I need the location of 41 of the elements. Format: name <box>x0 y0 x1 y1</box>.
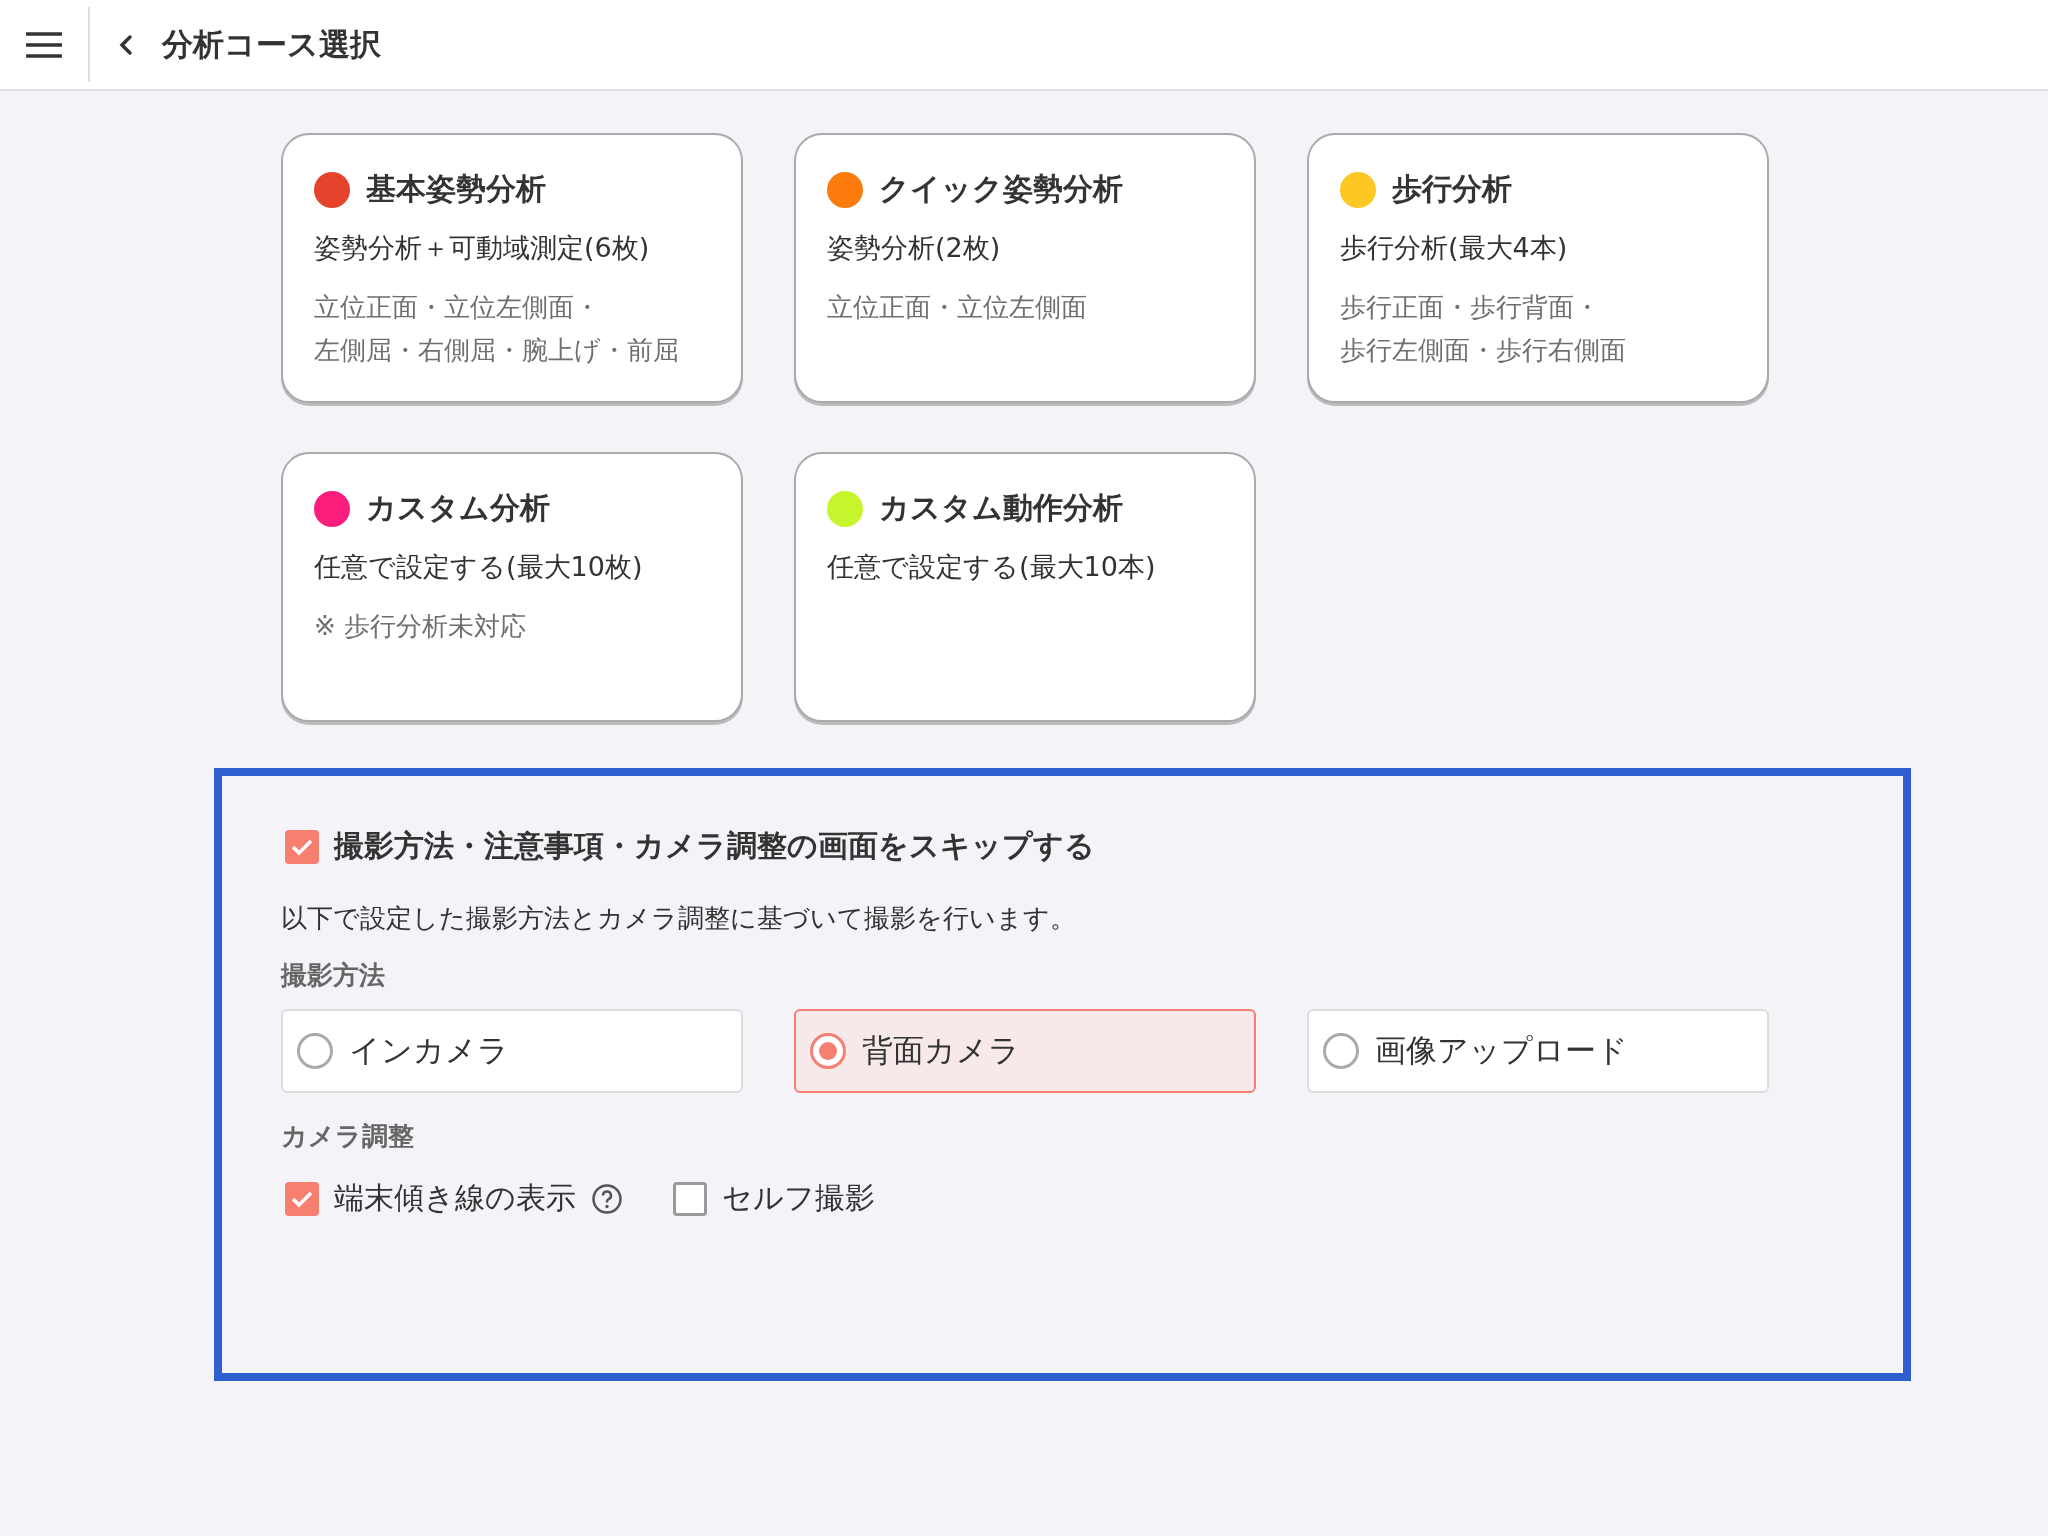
course-details: 歩行正面・歩行背面・ 歩行左側面・歩行右側面 <box>1340 291 1627 367</box>
menu-icon <box>26 30 62 59</box>
description-text: 以下で設定した撮影方法とカメラ調整に基づいて撮影を行います。 <box>281 902 1077 935</box>
radio-circle-icon <box>1323 1033 1359 1069</box>
checkbox-label: セルフ撮影 <box>722 1179 875 1217</box>
course-card[interactable]: カスタム動作分析 任意で設定する(最大10本) <box>794 452 1256 722</box>
course-details: 立位正面・立位左側面 <box>827 291 1088 324</box>
course-card[interactable]: カスタム分析 任意で設定する(最大10枚) ※ 歩行分析未対応 <box>281 452 743 722</box>
checkbox[interactable] <box>285 1181 319 1216</box>
course-subtitle: 歩行分析(最大4本) <box>1340 231 1569 265</box>
checkmark-icon <box>291 1189 313 1208</box>
course-card[interactable]: 基本姿勢分析 姿勢分析＋可動域測定(6枚) 立位正面・立位左側面・ 左側屈・右側屈・腕上げ・前屈 <box>281 133 743 403</box>
section-label: 撮影方法 <box>281 959 386 992</box>
course-subtitle: 任意で設定する(最大10本) <box>827 550 1157 584</box>
course-subtitle: 姿勢分析(2枚) <box>827 231 1002 265</box>
course-title: カスタム動作分析 <box>879 489 1123 527</box>
course-details: ※ 歩行分析未対応 <box>314 610 528 643</box>
checkmark-icon <box>291 837 313 856</box>
course-subtitle: 任意で設定する(最大10枚) <box>314 550 644 584</box>
radio-option[interactable]: インカメラ <box>281 1009 743 1093</box>
course-title: 歩行分析 <box>1392 170 1512 208</box>
checkbox-label: 端末傾き線の表示 <box>334 1179 576 1217</box>
checkbox[interactable] <box>673 1181 707 1216</box>
section-label: カメラ調整 <box>281 1120 415 1153</box>
course-details: 立位正面・立位左側面・ 左側屈・右側屈・腕上げ・前屈 <box>314 291 680 367</box>
course-title: カスタム分析 <box>366 489 550 527</box>
checkbox-label: 撮影方法・注意事項・カメラ調整の画面をスキップする <box>334 827 1095 865</box>
radio-circle-icon <box>810 1033 846 1069</box>
course-title: 基本姿勢分析 <box>366 170 546 208</box>
course-card[interactable]: クイック姿勢分析 姿勢分析(2枚) 立位正面・立位左側面 <box>794 133 1256 403</box>
page-title: 分析コース選択 <box>162 24 381 64</box>
course-card[interactable]: 歩行分析 歩行分析(最大4本) 歩行正面・歩行背面・ 歩行左側面・歩行右側面 <box>1307 133 1769 403</box>
chevron-left-icon <box>118 33 134 56</box>
checkbox[interactable] <box>285 829 319 864</box>
radio-option[interactable]: 背面カメラ <box>794 1009 1256 1093</box>
course-title: クイック姿勢分析 <box>879 170 1123 208</box>
back-button[interactable] <box>118 33 134 56</box>
course-subtitle: 姿勢分析＋可動域測定(6枚) <box>314 231 651 265</box>
radio-option[interactable]: 画像アップロード <box>1307 1009 1769 1093</box>
help-icon[interactable] <box>591 1182 623 1215</box>
radio-circle-icon <box>297 1033 333 1069</box>
